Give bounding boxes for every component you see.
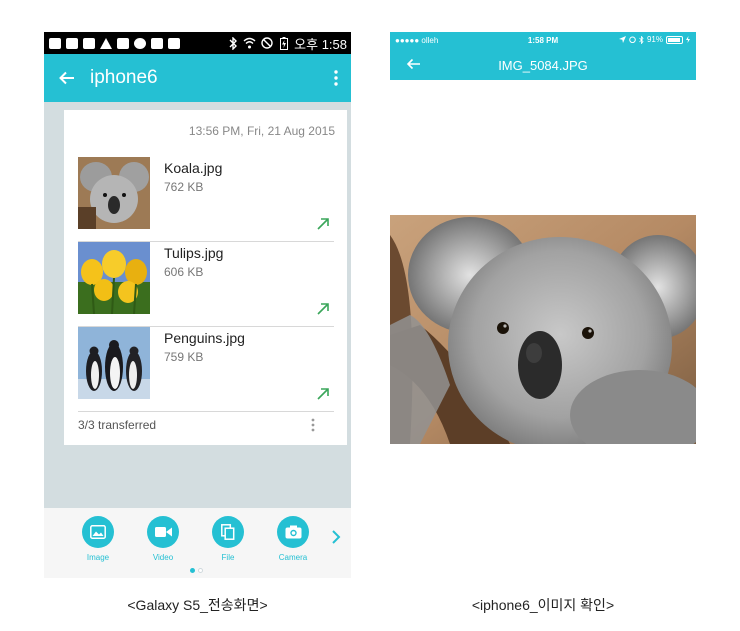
koala-photo: [390, 215, 696, 444]
tool-label: File: [221, 553, 235, 562]
android-status-bar: 오후 1:58: [44, 32, 351, 54]
android-toolbar: iphone6: [44, 54, 351, 102]
image-icon: [90, 525, 106, 539]
card-more-button[interactable]: [306, 415, 320, 435]
ios-status-right: 91%: [618, 35, 690, 44]
location-arrow-icon: [618, 36, 626, 43]
transfer-date: 13:56 PM, Fri, 21 Aug 2015: [188, 124, 335, 138]
wifi-icon: [243, 37, 256, 50]
file-item[interactable]: Koala.jpg 762 KB: [78, 157, 334, 242]
file-size: 606 KB: [164, 265, 204, 279]
file-size: 759 KB: [164, 350, 204, 364]
file-name: Penguins.jpg: [164, 330, 245, 346]
tool-label: Image: [86, 553, 110, 562]
file-name: Koala.jpg: [164, 160, 223, 176]
ios-navigation-bar: ●●●●● olleh 1:58 PM 91% IMG_5084.JPG: [390, 32, 696, 80]
attachment-toolbar: Image Video File Camera: [44, 508, 351, 578]
warning-icon: [99, 37, 112, 50]
image-title: IMG_5084.JPG: [498, 58, 588, 73]
transfer-card: 13:56 PM, Fri, 21 Aug 2015 Koala.jpg 762…: [64, 110, 347, 445]
tool-label: Camera: [278, 553, 308, 562]
add-notification-icon: [48, 37, 61, 50]
back-button[interactable]: [44, 54, 90, 102]
charging-icon: [686, 36, 690, 43]
page-dot: [198, 568, 203, 573]
camera-tool-button[interactable]: Camera: [268, 516, 318, 562]
app-notification-icon-2: [150, 37, 163, 50]
more-vert-icon: [311, 418, 315, 432]
video-camera-icon: [154, 527, 172, 537]
image-notification-icon: [82, 37, 95, 50]
tool-label: Video: [152, 553, 174, 562]
back-arrow-icon: [59, 71, 74, 85]
card-footer: 3/3 transferred: [78, 415, 334, 435]
status-time: 오후 1:58: [294, 36, 347, 52]
camera-icon: [285, 525, 301, 539]
penguins-thumbnail: [78, 327, 150, 399]
alarm-icon: [629, 36, 636, 43]
overflow-menu-button[interactable]: [321, 54, 351, 102]
transfer-status: 3/3 transferred: [78, 418, 157, 432]
toolbar-title: iphone6: [90, 67, 158, 88]
page-dot-active: [190, 568, 195, 573]
file-size: 762 KB: [164, 180, 204, 194]
bluetooth-icon: [226, 36, 239, 50]
more-vert-icon: [334, 70, 338, 86]
file-item[interactable]: Tulips.jpg 606 KB: [78, 242, 334, 327]
app-notification-icon: [133, 37, 146, 50]
koala-thumbnail: [78, 157, 150, 229]
battery-percent: 91%: [646, 35, 663, 44]
sent-arrow-icon: [317, 388, 329, 400]
chart-notification-icon: [65, 37, 78, 50]
video-tool-button[interactable]: Video: [138, 516, 188, 562]
sent-arrow-icon: [317, 303, 329, 315]
right-caption: <iphone6_이미지 확인>: [471, 597, 615, 613]
location-icon: [167, 37, 180, 50]
left-caption: <Galaxy S5_전송화면>: [127, 597, 268, 613]
file-name: Tulips.jpg: [164, 245, 224, 261]
screenshot-icon: [116, 37, 129, 50]
tulips-thumbnail: [78, 242, 150, 314]
chevron-right-icon[interactable]: [329, 528, 343, 546]
page-indicator: [190, 568, 203, 573]
do-not-disturb-icon: [260, 37, 273, 50]
file-tool-button[interactable]: File: [203, 516, 253, 562]
file-item[interactable]: Penguins.jpg 759 KB: [78, 327, 334, 412]
battery-charging-icon: [277, 36, 290, 50]
sent-arrow-icon: [317, 218, 329, 230]
bluetooth-icon: [639, 35, 644, 44]
file-copy-icon: [221, 524, 235, 540]
android-screen: 오후 1:58 iphone6 13:56 PM, Fri, 21 Aug 20…: [44, 32, 351, 578]
image-tool-button[interactable]: Image: [73, 516, 123, 562]
battery-icon: [666, 35, 683, 44]
